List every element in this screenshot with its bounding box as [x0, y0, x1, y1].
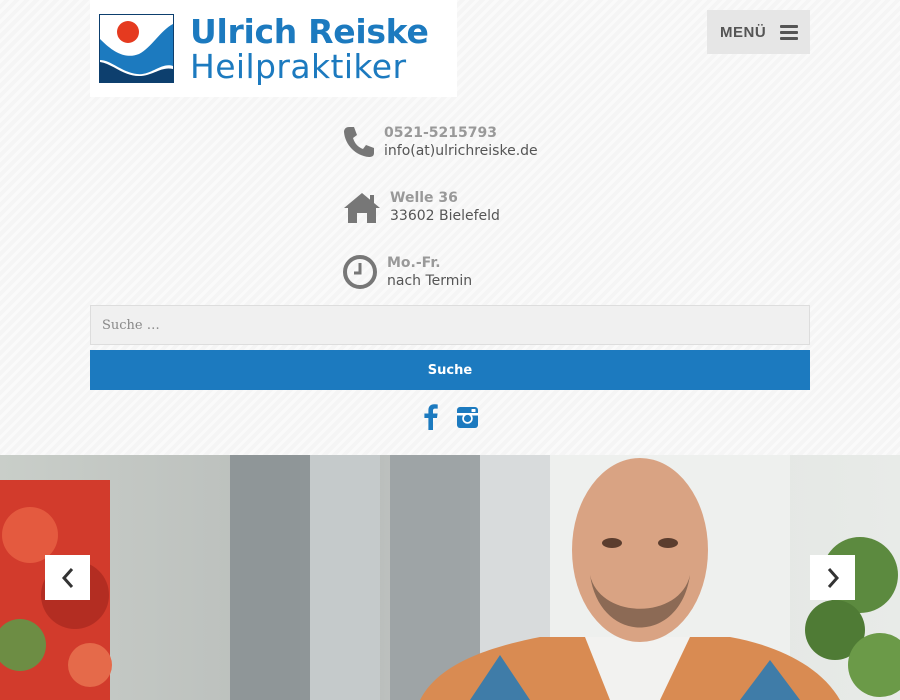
home-icon [344, 193, 380, 223]
email-address[interactable]: info(at)ulrichreiske.de [384, 142, 538, 160]
contact-hours-block: Mo.-Fr. nach Termin [342, 254, 472, 290]
hero-slider [0, 455, 900, 700]
facebook-icon[interactable] [423, 403, 438, 430]
menu-button[interactable]: MENÜ [707, 10, 810, 54]
phone-icon [344, 127, 374, 157]
clock-icon [343, 255, 377, 289]
hours-note: nach Termin [387, 273, 473, 289]
search-button[interactable]: Suche [90, 350, 810, 390]
slider-prev-button[interactable] [45, 555, 90, 600]
phone-number[interactable]: 0521-5215793 [384, 124, 538, 142]
search-input[interactable] [90, 305, 810, 345]
slider-next-button[interactable] [810, 555, 855, 600]
hours-days: Mo.-Fr. [387, 255, 441, 271]
contact-phone-block: 0521-5215793 info(at)ulrichreiske.de [342, 124, 538, 160]
logo-text: Ulrich Reiske Heilpraktiker [190, 15, 429, 83]
site-logo[interactable]: Ulrich Reiske Heilpraktiker [90, 0, 457, 97]
hamburger-icon [780, 24, 799, 40]
logo-name: Ulrich Reiske [190, 11, 429, 51]
chevron-left-icon [61, 567, 73, 588]
hero-photo [0, 455, 900, 700]
logo-subtitle: Heilpraktiker [190, 46, 407, 86]
address-street: Welle 36 [390, 190, 458, 206]
logo-mark-icon [99, 14, 174, 83]
menu-label: MENÜ [720, 23, 767, 41]
contact-address-block: Welle 36 33602 Bielefeld [343, 189, 500, 225]
address-city: 33602 Bielefeld [390, 208, 500, 224]
chevron-right-icon [827, 567, 839, 588]
instagram-icon[interactable] [456, 406, 479, 429]
